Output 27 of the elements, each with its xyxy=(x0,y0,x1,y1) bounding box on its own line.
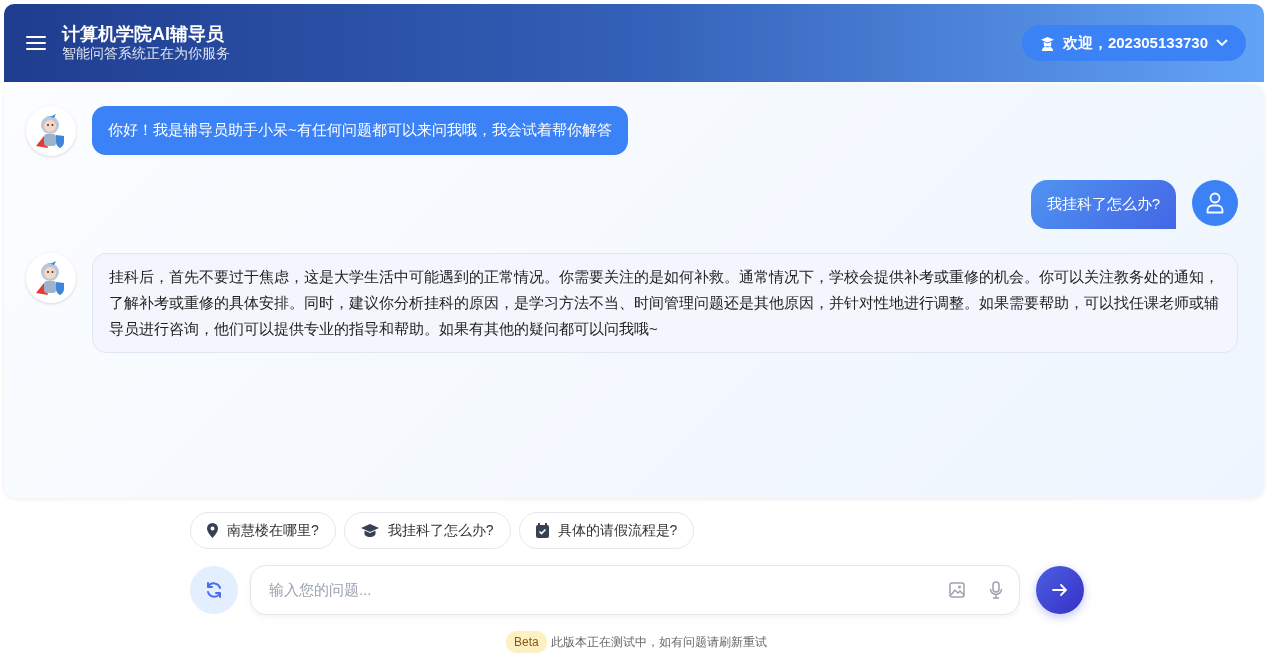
question-input-box[interactable]: 输入您的问题... xyxy=(250,565,1020,615)
menu-icon[interactable] xyxy=(26,35,46,51)
chevron-down-icon xyxy=(1216,39,1228,47)
robot-avatar-icon xyxy=(26,252,76,303)
bot-message: 你好！我是辅导员助手小呆~有任何问题都可以来问我哦，我会试着帮你解答 xyxy=(92,106,628,155)
arrow-right-icon xyxy=(1052,583,1068,597)
suggestion-chip[interactable]: 具体的请假流程是? xyxy=(518,512,695,549)
beta-notice: 此版本正在测试中，如有问题请刷新重试 xyxy=(550,634,767,651)
refresh-button[interactable] xyxy=(190,566,238,614)
send-button[interactable] xyxy=(1036,566,1084,614)
image-icon[interactable] xyxy=(949,582,965,598)
graduate-icon xyxy=(1039,35,1055,51)
user-message: 我挂科了怎么办? xyxy=(1030,180,1176,229)
app-title: 计算机学院AI辅导员 xyxy=(62,23,225,46)
suggestion-chip[interactable]: 南慧楼在哪里? xyxy=(190,512,336,549)
bot-message: 挂科后，首先不要过于焦虑，这是大学生活中可能遇到的正常情况。你需要关注的是如何补救。通常情况下，学校会提供补考或重修的机会。你可以关注教务处的通知，了解补考或重修的具体安排。同时，建议你分析挂科的原因，是学习方法不当、时间管理问题还是其他原因，并针对性地进行调整。如果需要帮助，可以找任课老师或辅导员进行咨询，他们可以提供专业的指导和帮助。如果有其他的疑问都可以问我哦~ xyxy=(92,252,1238,354)
user-menu-button[interactable]: 欢迎，202305133730 xyxy=(1021,24,1246,62)
calendar-check-icon xyxy=(535,523,549,538)
robot-avatar-icon xyxy=(26,106,76,156)
app-subtitle: 智能问答系统正在为你服务 xyxy=(62,45,230,63)
beta-badge: Beta xyxy=(506,631,547,653)
refresh-icon xyxy=(205,581,223,599)
person-icon xyxy=(1206,192,1224,214)
graduation-cap-icon xyxy=(360,524,379,537)
suggestion-chip[interactable]: 我挂科了怎么办? xyxy=(343,512,511,549)
map-pin-icon xyxy=(207,523,218,538)
microphone-icon[interactable] xyxy=(989,581,1003,599)
